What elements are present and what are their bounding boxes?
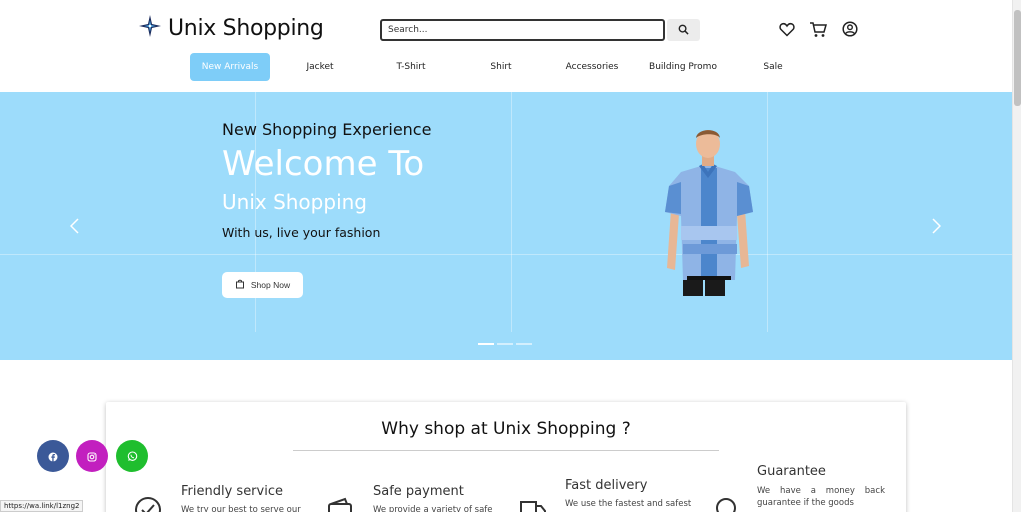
nav-item-sale[interactable]: Sale (738, 53, 808, 81)
wallet-icon (327, 496, 355, 512)
feature-title: Fast delivery (565, 478, 648, 493)
whatsapp-button[interactable] (116, 440, 148, 472)
logo-title: Unix Shopping (168, 15, 324, 41)
facebook-button[interactable] (37, 440, 69, 472)
logo[interactable]: Unix Shopping (138, 14, 324, 42)
hero-subtitle: New Shopping Experience (222, 120, 432, 139)
instagram-icon (87, 447, 97, 466)
hero-brand: Unix Shopping (222, 190, 367, 214)
feature-description: We have a money back guarantee if the go… (757, 486, 885, 508)
nav-item-building-promo[interactable]: Building Promo (645, 53, 721, 81)
cart-icon[interactable] (809, 20, 827, 38)
shopping-bag-icon (235, 279, 245, 291)
main-nav: New Arrivals Jacket T-Shirt Shirt Access… (0, 53, 1012, 81)
feature-description: We provide a variety of safe (373, 505, 493, 512)
feature-title: Friendly service (181, 484, 283, 499)
hero-carousel: New Shopping Experience Welcome To Unix … (0, 92, 1012, 360)
badge-icon (712, 496, 747, 512)
heart-icon[interactable] (778, 20, 796, 38)
user-icon[interactable] (841, 20, 859, 38)
carousel-indicator[interactable] (497, 343, 513, 345)
hero-tagline: With us, live your fashion (222, 225, 381, 240)
feature-title: Guarantee (757, 464, 826, 479)
hero-title: Welcome To (222, 144, 425, 184)
feature-title: Safe payment (373, 484, 464, 499)
grid-line (511, 92, 512, 332)
why-shop-title: Why shop at Unix Shopping ? (381, 419, 631, 439)
shop-now-button[interactable]: Shop Now (222, 272, 303, 298)
status-bar-url: https://wa.link/l1zng2 (0, 500, 84, 512)
carousel-prev-arrow-icon[interactable] (67, 217, 81, 235)
grid-line (0, 254, 1012, 255)
shop-now-label: Shop Now (250, 280, 291, 290)
facebook-icon (48, 447, 58, 466)
truck-icon (519, 496, 547, 512)
search-icon (678, 23, 689, 38)
feature-description: We use the fastest and safest (565, 499, 692, 509)
page-scrollbar[interactable] (1012, 0, 1021, 512)
feature-description: We try our best to serve our (181, 505, 301, 512)
compass-star-icon (138, 14, 162, 42)
search-input[interactable] (380, 19, 665, 41)
grid-line (767, 92, 768, 332)
carousel-next-arrow-icon[interactable] (929, 217, 943, 235)
search-button[interactable] (667, 19, 700, 41)
whatsapp-icon (127, 447, 138, 466)
scrollbar-thumb[interactable] (1014, 10, 1021, 106)
carousel-indicator[interactable] (478, 343, 494, 345)
instagram-button[interactable] (76, 440, 108, 472)
hero-model-image (661, 128, 757, 300)
nav-item-new-arrivals[interactable]: New Arrivals (190, 53, 270, 81)
carousel-indicators (478, 343, 532, 345)
nav-item-accessories[interactable]: Accessories (557, 53, 627, 81)
site-header: Unix Shopping New Arrivals Jacket T-Shir… (0, 0, 1012, 92)
divider (293, 450, 719, 451)
nav-item-t-shirt[interactable]: T-Shirt (376, 53, 446, 81)
nav-item-shirt[interactable]: Shirt (466, 53, 536, 81)
check-circle-icon (134, 496, 162, 512)
why-shop-section: Why shop at Unix Shopping ? Friendly ser… (106, 402, 906, 512)
nav-item-jacket[interactable]: Jacket (285, 53, 355, 81)
carousel-indicator[interactable] (516, 343, 532, 345)
